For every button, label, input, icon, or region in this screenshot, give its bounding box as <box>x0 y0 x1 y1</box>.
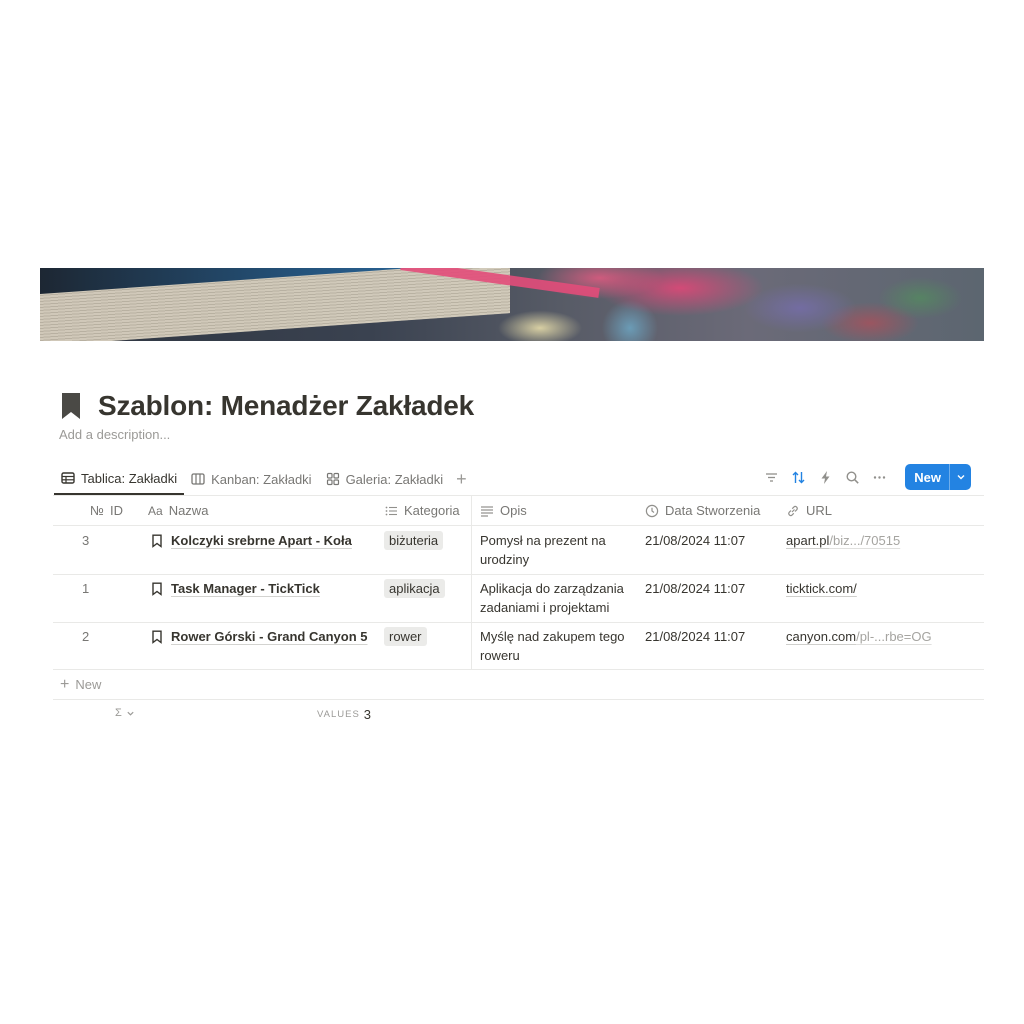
view-tabs: Tablica: Zakładki Kanban: Zakładki Galer… <box>54 463 473 495</box>
page-header: Szablon: Menadżer Zakładek <box>60 388 474 424</box>
new-dropdown-chevron-icon[interactable] <box>949 464 971 490</box>
row-description[interactable]: Aplikacja do zarządzania zadaniami i pro… <box>480 579 624 617</box>
new-record-button[interactable]: New <box>905 464 971 490</box>
column-header-category[interactable]: Kategoria <box>384 495 460 526</box>
row-created: 21/08/2024 11:07 <box>645 629 746 644</box>
tab-label: Tablica: Zakładki <box>81 470 178 486</box>
tab-label: Galeria: Zakładki <box>345 471 444 487</box>
calc-label: VALUES <box>317 709 360 720</box>
row-name[interactable]: Kolczyki srebrne Apart - Koła <box>151 531 352 550</box>
search-icon[interactable] <box>845 470 860 485</box>
row-category[interactable]: rower <box>384 627 427 646</box>
page-title[interactable]: Szablon: Menadżer Zakładek <box>98 390 474 422</box>
table-row[interactable]: 3 Kolczyki srebrne Apart - Koła biżuteri… <box>53 526 984 574</box>
add-row-button[interactable]: + New <box>60 675 101 693</box>
row-url[interactable]: apart.pl/biz.../70515 <box>786 531 900 550</box>
new-button-label[interactable]: New <box>905 464 949 490</box>
bookmark-icon[interactable] <box>60 391 82 421</box>
row-description[interactable]: Pomysł na prezent na urodziny <box>480 531 606 569</box>
row-created: 21/08/2024 11:07 <box>645 581 746 596</box>
row-created: 21/08/2024 11:07 <box>645 533 746 548</box>
table-row[interactable]: 2 Rower Górski - Grand Canyon 5 rower My… <box>53 623 984 670</box>
gallery-icon <box>326 472 339 486</box>
text-type-icon: Aa <box>148 503 163 518</box>
plus-icon: + <box>60 675 70 693</box>
row-url[interactable]: ticktick.com/ <box>786 579 857 598</box>
row-description[interactable]: Myślę nad zakupem tego roweru <box>480 627 625 665</box>
bookmark-icon <box>152 582 162 596</box>
link-icon <box>788 505 798 516</box>
more-icon[interactable] <box>872 470 887 485</box>
table-icon <box>61 472 75 484</box>
row-id: 3 <box>82 533 90 548</box>
category-tag: rower <box>384 627 427 646</box>
values-count[interactable]: VALUES 3 <box>317 707 371 722</box>
bookmark-icon <box>152 534 162 548</box>
chevron-down-icon <box>127 711 134 716</box>
tab-kanban-view[interactable]: Kanban: Zakładki <box>184 463 318 495</box>
category-tag: biżuteria <box>384 531 444 550</box>
column-header-description[interactable]: Opis <box>480 495 527 526</box>
tab-label: Kanban: Zakładki <box>211 471 312 487</box>
row-url[interactable]: canyon.com/pl-...rbe=OG <box>786 627 932 646</box>
cover-image <box>40 268 984 341</box>
column-header-created[interactable]: Data Stworzenia <box>645 495 760 526</box>
sort-icon[interactable] <box>791 470 806 485</box>
row-id: 2 <box>82 629 90 644</box>
sigma-icon: Σ <box>115 707 122 719</box>
bookmark-icon <box>152 630 162 644</box>
add-view-icon[interactable]: + <box>450 463 473 495</box>
category-tag: aplikacja <box>384 579 445 598</box>
column-header-url[interactable]: URL <box>786 495 832 526</box>
description-placeholder[interactable]: Add a description... <box>59 427 170 442</box>
database-toolbar: New <box>764 464 971 490</box>
column-header-name[interactable]: Aa Nazwa <box>148 495 208 526</box>
lightning-icon[interactable] <box>818 470 833 485</box>
row-name[interactable]: Task Manager - TickTick <box>151 579 320 598</box>
number-icon: № <box>90 503 104 518</box>
row-category[interactable]: aplikacja <box>384 579 445 598</box>
row-id: 1 <box>82 581 90 596</box>
calc-value: 3 <box>363 707 372 722</box>
calculate-dropdown[interactable]: Σ <box>115 707 135 719</box>
board-icon <box>191 473 205 485</box>
filter-icon[interactable] <box>764 470 779 485</box>
column-header-id[interactable]: № ID <box>90 495 123 526</box>
tab-gallery-view[interactable]: Galeria: Zakładki <box>319 463 451 495</box>
row-category[interactable]: biżuteria <box>384 531 444 550</box>
tab-table-view[interactable]: Tablica: Zakładki <box>54 463 185 495</box>
table-row[interactable]: 1 Task Manager - TickTick aplikacja Apli… <box>53 575 984 623</box>
text-lines-icon <box>481 505 493 517</box>
row-name[interactable]: Rower Górski - Grand Canyon 5 <box>151 627 368 646</box>
multi-select-icon <box>385 506 397 515</box>
clock-icon <box>645 504 659 517</box>
